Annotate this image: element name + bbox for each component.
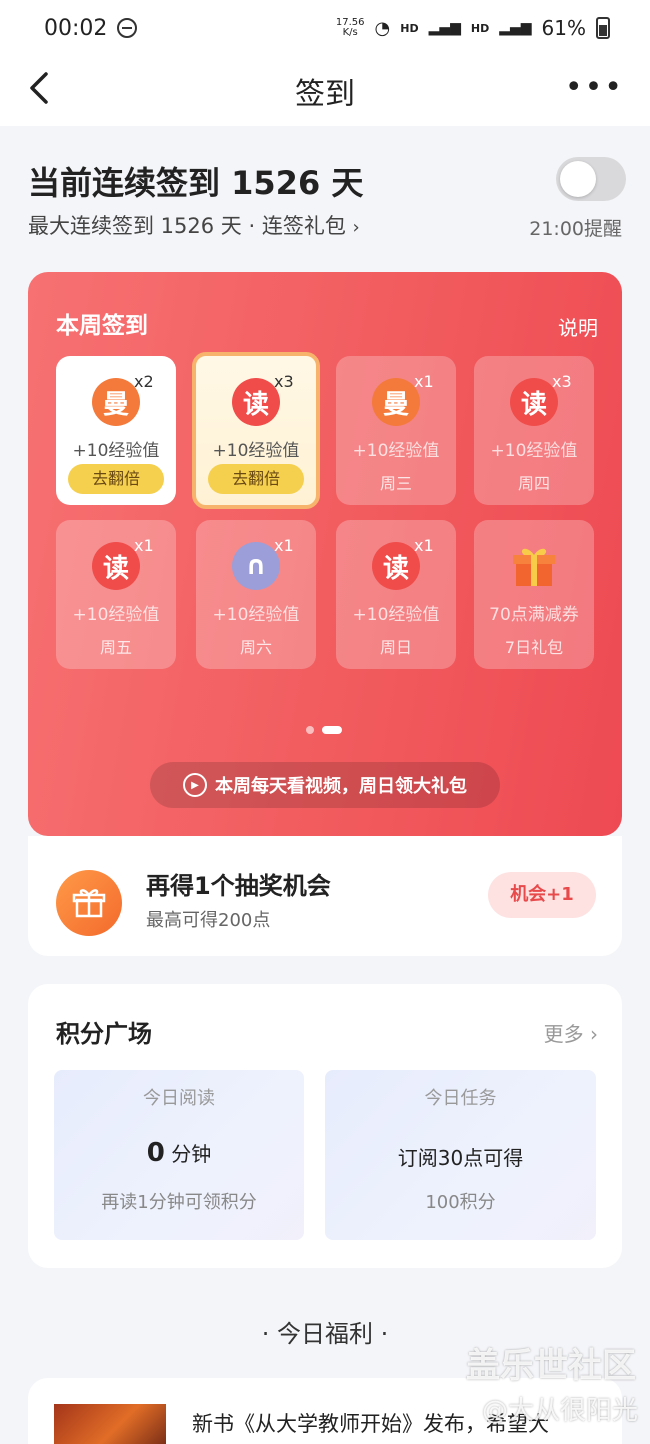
coupon-reward: 70点满减券 bbox=[489, 605, 579, 625]
exp-reward: +10经验值 bbox=[490, 441, 578, 461]
exp-reward: +10经验值 bbox=[352, 441, 440, 461]
multiplier-badge: x1 bbox=[274, 536, 294, 555]
signal-icon-2: ▂▄▆ bbox=[499, 20, 532, 36]
multiplier-badge: x3 bbox=[274, 372, 294, 391]
day-label: 周四 bbox=[517, 474, 550, 493]
manhua-icon: 曼 bbox=[372, 378, 420, 426]
status-bar: 00:02 17.56 K/s ◔ HD ▂▄▆ HD ▂▄▆ 61% bbox=[0, 0, 650, 56]
tile-subtitle: 100积分 bbox=[425, 1192, 496, 1213]
chance-button[interactable]: 机会+1 bbox=[488, 872, 596, 918]
day-label: 周日 bbox=[379, 638, 412, 657]
toggle-knob bbox=[560, 161, 596, 197]
day-card-5[interactable]: 读 x1 +10经验值 周五 bbox=[56, 520, 176, 669]
gift-icon bbox=[510, 542, 558, 590]
multiplier-badge: x1 bbox=[414, 372, 434, 391]
multiplier-badge: x2 bbox=[134, 372, 154, 391]
lottery-card: 再得1个抽奖机会 最高可得200点 机会+1 bbox=[28, 836, 622, 956]
day-card-2[interactable]: 读 x3 +10经验值 去翻倍 bbox=[192, 352, 320, 509]
headphone-icon: ∩ bbox=[232, 542, 280, 590]
video-reward-banner[interactable]: ▶ 本周每天看视频，周日领大礼包 bbox=[150, 762, 500, 808]
explain-link[interactable]: 说明 bbox=[558, 312, 598, 341]
chevron-right-icon: › bbox=[352, 217, 360, 238]
battery-icon bbox=[596, 17, 610, 39]
double-reward-button[interactable]: 去翻倍 bbox=[208, 464, 304, 494]
wifi-icon: ◔ bbox=[374, 17, 391, 39]
du-icon: 读 bbox=[510, 378, 558, 426]
lottery-title: 再得1个抽奖机会 bbox=[146, 872, 331, 900]
day-card-3[interactable]: 曼 x1 +10经验值 周三 bbox=[336, 356, 456, 505]
tile-subtitle: 再读1分钟可领积分 bbox=[101, 1192, 257, 1213]
video-banner-text: 本周每天看视频，周日领大礼包 bbox=[215, 776, 467, 797]
watermark-user: @大从很阳光 bbox=[481, 1396, 638, 1426]
reminder-toggle[interactable] bbox=[556, 157, 626, 201]
tile-header: 今日任务 bbox=[424, 1088, 497, 1109]
multiplier-badge: x1 bbox=[414, 536, 434, 555]
page-title: 签到 bbox=[295, 77, 355, 112]
watermark-community: 盖乐世社区 bbox=[466, 1346, 636, 1386]
hd-badge-1: HD bbox=[400, 21, 419, 35]
day-label: 7日礼包 bbox=[504, 638, 564, 657]
reading-minutes: 0 分钟 bbox=[146, 1138, 212, 1168]
exp-reward: +10经验值 bbox=[72, 441, 160, 461]
nav-bar: 签到 ••• bbox=[0, 56, 650, 126]
day-card-6[interactable]: ∩ x1 +10经验值 周六 bbox=[196, 520, 316, 669]
battery-level: 61% bbox=[541, 16, 586, 40]
day-card-4[interactable]: 读 x3 +10经验值 周四 bbox=[474, 356, 594, 505]
double-reward-button[interactable]: 去翻倍 bbox=[68, 464, 164, 494]
exp-reward: +10经验值 bbox=[212, 441, 300, 461]
day-card-1[interactable]: 曼 x2 +10经验值 去翻倍 bbox=[56, 356, 176, 505]
today-reading-tile[interactable]: 今日阅读 0 分钟 再读1分钟可领积分 bbox=[54, 1070, 304, 1240]
plaza-more-link[interactable]: 更多 › bbox=[544, 1018, 598, 1047]
multiplier-badge: x1 bbox=[134, 536, 154, 555]
weekly-checkin-card: 本周签到 说明 曼 x2 +10经验值 去翻倍 读 x3 +10经验值 去翻倍 … bbox=[28, 272, 622, 836]
du-icon: 读 bbox=[372, 542, 420, 590]
manhua-icon: 曼 bbox=[92, 378, 140, 426]
task-description: 订阅30点可得 bbox=[397, 1146, 524, 1170]
dnd-icon bbox=[117, 18, 138, 38]
reminder-time: 21:00提醒 bbox=[529, 218, 622, 240]
clock: 00:02 bbox=[44, 15, 108, 41]
day-label: 周六 bbox=[239, 638, 272, 657]
du-icon: 读 bbox=[92, 542, 140, 590]
streak-subtitle-text: 最大连续签到 1526 天 · 连签礼包 bbox=[28, 214, 346, 238]
page-indicator bbox=[306, 726, 342, 734]
more-menu-icon[interactable]: ••• bbox=[565, 73, 624, 103]
streak-subtitle-link[interactable]: 最大连续签到 1526 天 · 连签礼包 › bbox=[28, 210, 360, 240]
gift-box-icon bbox=[56, 870, 122, 936]
weekly-checkin-title: 本周签到 bbox=[56, 313, 148, 339]
page-dot bbox=[306, 726, 314, 734]
net-speed: 17.56 K/s bbox=[335, 17, 365, 38]
points-plaza-card: 积分广场 更多 › 今日阅读 0 分钟 再读1分钟可领积分 今日任务 订阅30点… bbox=[28, 984, 622, 1268]
exp-reward: +10经验值 bbox=[352, 605, 440, 625]
today-task-tile[interactable]: 今日任务 订阅30点可得 100积分 bbox=[325, 1070, 596, 1240]
exp-reward: +10经验值 bbox=[72, 605, 160, 625]
signal-icon-1: ▂▄▆ bbox=[428, 20, 461, 36]
plaza-title: 积分广场 bbox=[56, 1020, 152, 1048]
tile-header: 今日阅读 bbox=[143, 1088, 215, 1109]
gift-pack-card[interactable]: 70点满减券 7日礼包 bbox=[474, 520, 594, 669]
page-dot-current bbox=[322, 726, 342, 734]
lottery-subtitle: 最高可得200点 bbox=[146, 910, 271, 931]
day-label: 周三 bbox=[379, 474, 412, 493]
multiplier-badge: x3 bbox=[552, 372, 572, 391]
day-card-7[interactable]: 读 x1 +10经验值 周日 bbox=[336, 520, 456, 669]
streak-title: 当前连续签到 1526 天 bbox=[28, 164, 364, 202]
exp-reward: +10经验值 bbox=[212, 605, 300, 625]
play-icon: ▶ bbox=[183, 773, 207, 797]
book-cover-image bbox=[54, 1404, 166, 1444]
hd-badge-2: HD bbox=[470, 21, 490, 35]
du-icon: 读 bbox=[232, 378, 280, 426]
back-arrow-icon[interactable] bbox=[22, 68, 62, 108]
day-label: 周五 bbox=[99, 638, 132, 657]
